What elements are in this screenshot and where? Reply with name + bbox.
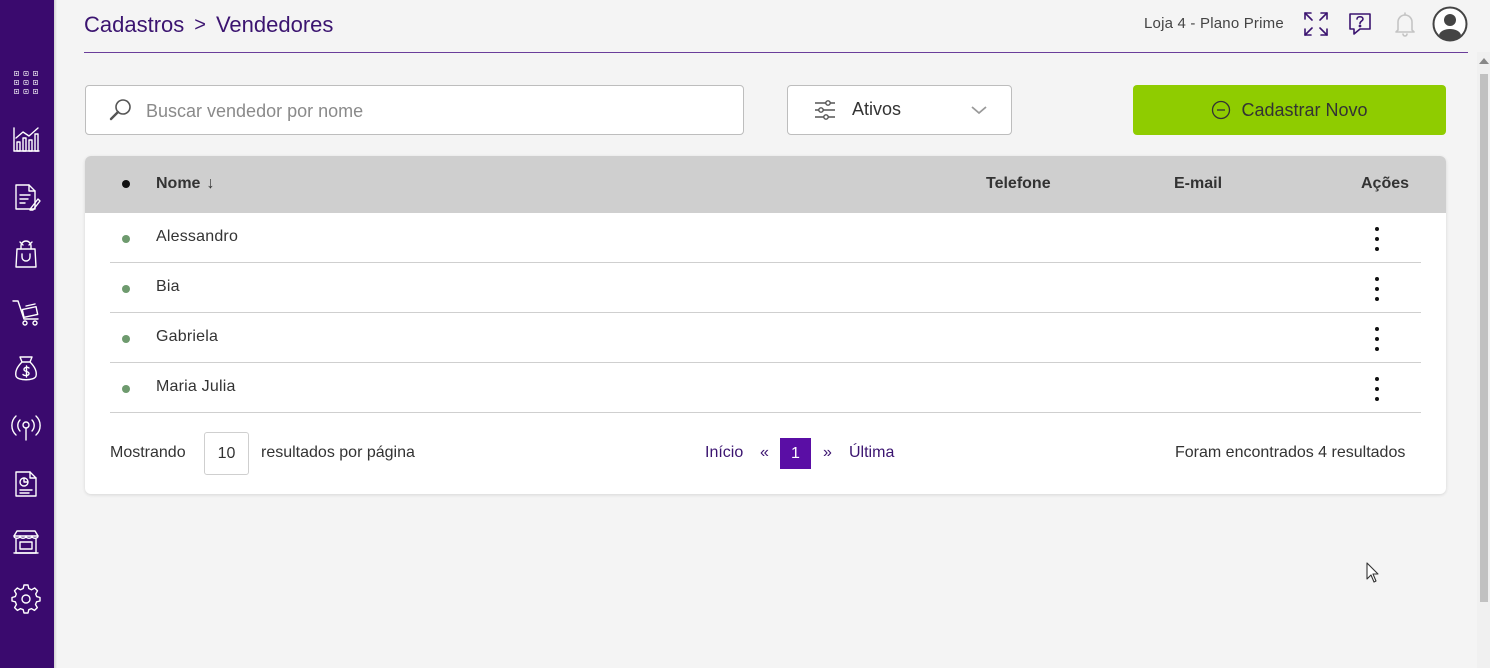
seller-name: Maria Julia [156,378,236,395]
row-actions-menu-icon[interactable] [1369,375,1385,403]
sellers-table-card: Nome ↓ Telefone E-mail Ações Alessandro … [85,156,1446,494]
broadcast-icon[interactable] [9,410,43,444]
per-page-label: resultados por página [261,444,415,461]
search-icon [109,99,131,121]
pagination-next[interactable]: » [823,444,832,462]
row-actions-menu-icon[interactable] [1369,225,1385,253]
chart-icon[interactable] [9,122,43,156]
pagination-current-page[interactable]: 1 [780,438,811,469]
seller-name: Alessandro [156,228,239,245]
results-count: Foram encontrados 4 resultados [1175,444,1406,461]
page-size-select[interactable]: 10 [204,432,249,475]
add-seller-label: Cadastrar Novo [1241,99,1368,120]
pagination-last[interactable]: Última [849,444,894,462]
search-input[interactable] [146,98,706,124]
name-column-label: Nome [156,175,201,192]
avatar[interactable] [1432,6,1468,42]
apps-grid-icon[interactable] [9,65,43,99]
row-actions-menu-icon[interactable] [1369,275,1385,303]
pagination-first[interactable]: Início [705,444,743,462]
store-icon[interactable] [9,525,43,559]
help-icon[interactable] [1344,8,1376,40]
sort-arrow-icon: ↓ [206,175,215,192]
pagination-prev[interactable]: « [760,444,769,462]
shopping-bag-icon[interactable] [9,237,43,271]
table-row[interactable]: Bia [110,263,1421,313]
phone-column-header: Telefone [986,175,1051,192]
sidebar [0,0,54,668]
status-filter-select[interactable]: Ativos [787,85,1012,135]
search-box [85,85,744,135]
add-seller-button[interactable]: Cadastrar Novo [1133,85,1446,135]
filter-sliders-icon [815,100,835,120]
report-icon[interactable] [9,467,43,501]
table-header: Nome ↓ Telefone E-mail Ações [85,156,1446,213]
showing-label: Mostrando [110,444,186,461]
breadcrumb-current: Vendedores [215,12,334,37]
row-actions-menu-icon[interactable] [1369,325,1385,353]
seller-name: Bia [156,278,180,295]
mouse-cursor-icon [1366,562,1379,583]
breadcrumb-parent[interactable]: Cadastros [84,12,184,38]
table-row[interactable]: Maria Julia [110,363,1421,413]
document-edit-icon[interactable] [9,180,43,214]
status-dot [122,235,130,243]
breadcrumb: Cadastros > Vendedores [84,11,333,39]
money-bag-icon[interactable] [9,352,43,386]
filter-selected-value: Ativos [852,99,902,119]
status-column-header-icon [122,180,130,188]
seller-name: Gabriela [156,328,219,345]
header-divider [84,52,1468,53]
breadcrumb-separator: > [194,13,206,36]
status-dot [122,335,130,343]
name-column-header[interactable]: Nome ↓ [156,175,214,193]
store-plan-label: Loja 4 - Plano Prime [1144,15,1284,32]
chevron-down-icon [971,106,987,115]
status-dot [122,385,130,393]
add-circle-icon [1212,100,1231,120]
status-dot [122,285,130,293]
table-row[interactable]: Alessandro [110,213,1421,263]
scroll-up-arrow-icon[interactable] [1479,58,1489,64]
bell-icon[interactable] [1389,8,1421,40]
actions-column-header: Ações [1361,175,1410,192]
email-column-header: E-mail [1174,175,1223,192]
scrollbar-thumb[interactable] [1480,74,1488,602]
expand-icon[interactable] [1300,8,1332,40]
table-row[interactable]: Gabriela [110,313,1421,363]
cart-icon[interactable] [9,295,43,329]
sidebar-shadow [54,0,57,668]
gear-icon[interactable] [9,582,43,616]
